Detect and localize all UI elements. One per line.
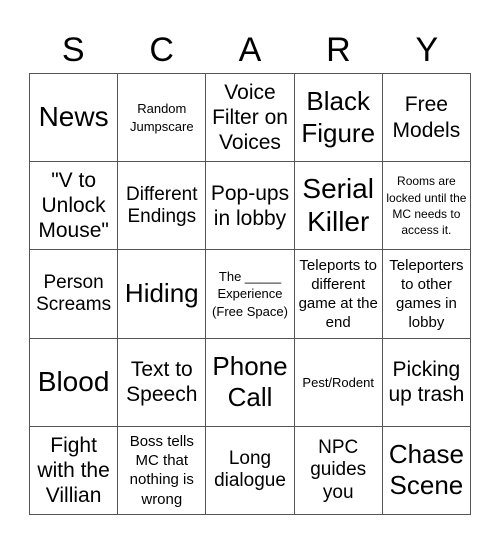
- bingo-header: S C A R Y: [29, 28, 471, 72]
- cell-text: Random Jumpscare: [130, 101, 194, 134]
- header-letter-r: R: [326, 31, 351, 69]
- cell-text: Teleports to different game at the end: [298, 256, 378, 332]
- bingo-cell[interactable]: Voice Filter on Voices: [206, 74, 295, 163]
- cell-text: Picking up trash: [388, 358, 465, 407]
- cell-text: Free Models: [392, 93, 461, 142]
- bingo-cell[interactable]: News: [30, 74, 119, 163]
- cell-text: Phone Call: [212, 351, 288, 413]
- bingo-cell[interactable]: Phone Call: [206, 338, 295, 427]
- cell-text: Rooms are locked until the MC needs to a…: [386, 174, 467, 237]
- cell-text: Serial Killer: [302, 173, 374, 237]
- cell-text: Boss tells MC that nothing is wrong: [129, 433, 194, 508]
- bingo-cell[interactable]: Black Figure: [294, 74, 383, 163]
- cell-text: Black Figure: [301, 86, 376, 148]
- header-letter-a: A: [238, 31, 262, 69]
- bingo-cell[interactable]: Text to Speech: [118, 338, 207, 427]
- cell-text: News: [38, 101, 109, 133]
- bingo-cell[interactable]: "V to Unlock Mouse": [30, 162, 119, 251]
- bingo-cell[interactable]: Pop-ups in lobby: [206, 162, 295, 251]
- cell-text: Pop-ups in lobby: [210, 181, 290, 230]
- cell-text: The _____ Experience (Free Space): [212, 269, 288, 319]
- bingo-cell[interactable]: Random Jumpscare: [118, 74, 207, 163]
- cell-text: Different Endings: [126, 183, 198, 227]
- bingo-cell[interactable]: Teleports to different game at the end: [294, 250, 383, 339]
- bingo-cell[interactable]: Different Endings: [118, 162, 207, 251]
- bingo-cell[interactable]: Person Screams: [30, 250, 119, 339]
- bingo-cell[interactable]: Picking up trash: [382, 338, 471, 427]
- free-space-cell[interactable]: The _____ Experience (Free Space): [206, 250, 295, 339]
- header-letter-s: S: [61, 31, 85, 69]
- header-letter-y: Y: [415, 31, 439, 69]
- cell-text: "V to Unlock Mouse": [38, 169, 109, 243]
- bingo-cell[interactable]: Serial Killer: [294, 162, 383, 251]
- bingo-cell[interactable]: Fight with the Villian: [30, 426, 119, 515]
- bingo-cell[interactable]: Chase Scene: [382, 426, 471, 515]
- bingo-cell[interactable]: Free Models: [382, 74, 471, 163]
- cell-text: Voice Filter on Voices: [212, 80, 288, 155]
- bingo-cell[interactable]: Blood: [30, 338, 119, 427]
- cell-text: Pest/Rodent: [302, 374, 374, 390]
- bingo-cell[interactable]: Long dialogue: [206, 426, 295, 515]
- cell-text: Hiding: [124, 278, 199, 309]
- cell-text: Text to Speech: [126, 358, 198, 407]
- bingo-board: News Random Jumpscare Voice Filter on Vo…: [29, 73, 471, 515]
- cell-text: Fight with the Villian: [37, 433, 110, 507]
- bingo-cell[interactable]: Hiding: [118, 250, 207, 339]
- cell-text: Person Screams: [36, 271, 112, 315]
- header-letter-c: C: [149, 31, 174, 69]
- bingo-cell[interactable]: Rooms are locked until the MC needs to a…: [382, 162, 471, 251]
- bingo-cell[interactable]: Pest/Rodent: [294, 338, 383, 427]
- bingo-cell[interactable]: NPC guides you: [294, 426, 383, 515]
- cell-text: Chase Scene: [388, 439, 464, 501]
- cell-text: NPC guides you: [310, 437, 367, 503]
- cell-text: Long dialogue: [214, 448, 286, 492]
- cell-text: Blood: [37, 365, 110, 397]
- cell-text: Teleporters to other games in lobby: [389, 256, 464, 332]
- bingo-cell[interactable]: Boss tells MC that nothing is wrong: [118, 426, 207, 515]
- bingo-cell[interactable]: Teleporters to other games in lobby: [382, 250, 471, 339]
